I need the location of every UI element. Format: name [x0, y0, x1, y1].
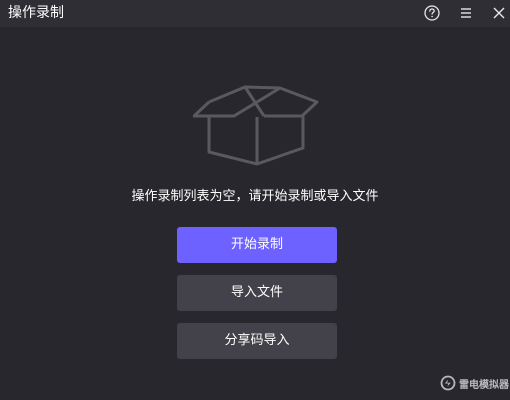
empty-list-message: 操作录制列表为空，请开始录制或导入文件	[131, 189, 379, 204]
menu-button[interactable]	[457, 4, 475, 22]
title-bar[interactable]: 操作录制	[0, 0, 510, 27]
import-file-button[interactable]: 导入文件	[177, 275, 337, 311]
watermark-logo: 雷电模拟器	[440, 375, 509, 391]
start-recording-button[interactable]: 开始录制	[177, 227, 337, 263]
help-button[interactable]	[423, 4, 441, 22]
help-icon	[424, 5, 440, 21]
menu-icon	[461, 8, 471, 18]
window-title: 操作录制	[8, 5, 64, 21]
close-button[interactable]	[490, 4, 508, 22]
operation-recording-window: 操作录制 操作录制列表为空，请开始录制或导入文件 开始录制 导入文件 分享码导入…	[0, 0, 510, 400]
close-icon	[493, 7, 505, 19]
empty-box-icon	[193, 85, 319, 166]
share-code-import-button[interactable]: 分享码导入	[177, 323, 337, 359]
ldplayer-logo-icon	[440, 375, 456, 391]
watermark-text: 雷电模拟器	[459, 379, 509, 391]
